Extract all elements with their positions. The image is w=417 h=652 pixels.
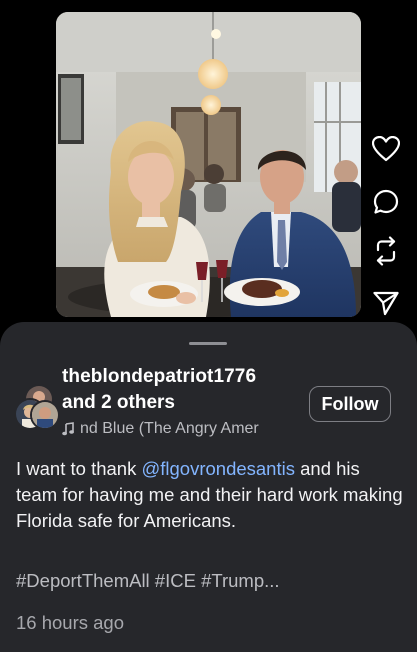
- collaborator-avatars[interactable]: [14, 384, 60, 430]
- post-photo[interactable]: [56, 12, 361, 317]
- music-note-icon: [62, 422, 74, 436]
- audio-title: nd Blue (The Angry Amer: [80, 420, 259, 437]
- repost-button[interactable]: [366, 234, 406, 268]
- heart-icon: [372, 136, 400, 162]
- comment-button[interactable]: [366, 185, 406, 219]
- caption-text: I want to thank: [16, 458, 142, 479]
- post-caption: I want to thank @flgovrondesantis and hi…: [16, 456, 406, 534]
- share-icon: [373, 291, 399, 316]
- collaborators-text[interactable]: and 2 others: [62, 392, 175, 414]
- sheet-grabber[interactable]: [189, 342, 227, 345]
- share-button[interactable]: [366, 286, 406, 320]
- caption-mention[interactable]: @flgovrondesantis: [141, 458, 295, 479]
- follow-button[interactable]: Follow: [309, 386, 391, 422]
- username[interactable]: theblondepatriot1776: [62, 366, 256, 388]
- repost-icon: [376, 236, 396, 266]
- post-timestamp: 16 hours ago: [16, 612, 125, 633]
- like-button[interactable]: [366, 132, 406, 166]
- post-hashtags[interactable]: #DeportThemAll #ICE #Trump...: [16, 570, 280, 592]
- post-photo-image: [56, 12, 361, 317]
- collaborators-prefix: and: [62, 392, 96, 413]
- avatar: [30, 400, 60, 430]
- collaborators-count: 2 others: [101, 392, 175, 413]
- post-screen: theblondepatriot1776 and 2 others nd Blu…: [0, 0, 417, 652]
- comment-icon: [373, 189, 399, 214]
- audio-attribution[interactable]: nd Blue (The Angry Amer: [62, 420, 298, 438]
